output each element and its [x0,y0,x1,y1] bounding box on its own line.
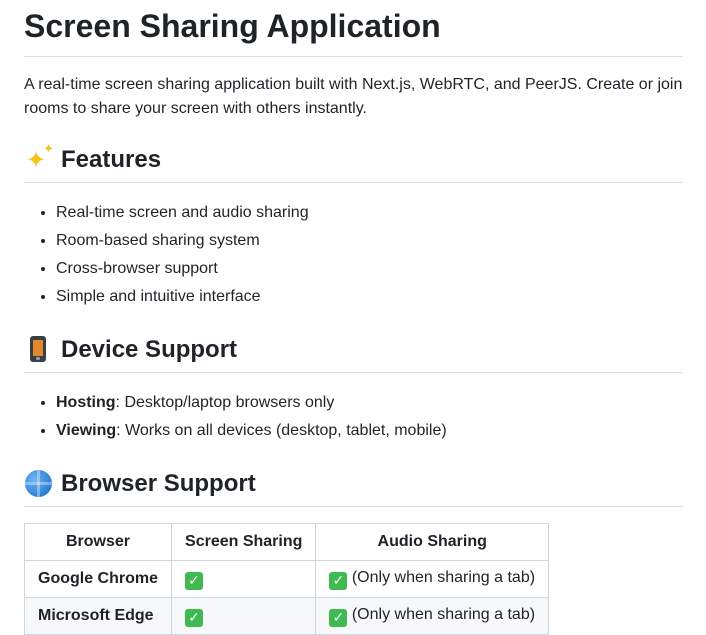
list-item: Simple and intuitive interface [56,283,683,311]
browser-name: Google Chrome [23,560,173,598]
intro-paragraph: A real-time screen sharing application b… [24,76,683,117]
table-row: Microsoft Edge ✓ ✓ (Only when sharing a … [23,597,550,635]
column-header: Audio Sharing [315,523,550,561]
check-mark-icon: ✓ [185,572,204,590]
check-mark-icon: ✓ [185,609,204,627]
audio-sharing-note: (Only when sharing a tab) [347,569,536,586]
column-header: Browser [23,523,173,561]
screen-sharing-cell: ✓ [171,560,317,598]
list-item: Hosting: Desktop/laptop browsers only [56,389,683,417]
list-item: Room-based sharing system [56,227,683,255]
browser-support-heading: Browser Support [24,469,683,507]
device-support-list: Hosting: Desktop/laptop browsers only Vi… [24,389,683,445]
list-item: Real-time screen and audio sharing [56,199,683,227]
browser-support-table: Browser Screen Sharing Audio Sharing Goo… [23,523,550,635]
features-heading-text: Features [61,146,162,173]
table-header-row: Browser Screen Sharing Audio Sharing [23,523,550,561]
sparkles-icon: ✦ ✦ [26,142,54,174]
screen-sharing-cell: ✓ [171,597,317,635]
list-item: Cross-browser support [56,255,683,283]
device-support-heading: Device Support [24,335,683,373]
browser-name: Microsoft Edge [23,597,173,635]
check-mark-icon: ✓ [329,572,348,590]
globe-icon [24,469,54,499]
audio-sharing-cell: ✓ (Only when sharing a tab) [315,560,550,598]
mobile-phone-icon [24,335,54,365]
item-label: Viewing [56,422,117,439]
browser-support-heading-text: Browser Support [61,470,256,497]
list-item: Viewing: Works on all devices (desktop, … [56,417,683,445]
audio-sharing-note: (Only when sharing a tab) [347,606,536,623]
table-row: Google Chrome ✓ ✓ (Only when sharing a t… [23,560,550,598]
item-text: : Works on all devices (desktop, tablet,… [116,422,447,439]
readme-document: Screen Sharing Application A real-time s… [23,0,683,635]
item-label: Hosting [56,394,116,411]
check-mark-icon: ✓ [329,609,348,627]
device-support-heading-text: Device Support [61,336,238,363]
features-list: Real-time screen and audio sharing Room-… [24,199,683,311]
column-header: Screen Sharing [171,523,317,561]
item-text: : Desktop/laptop browsers only [115,394,335,411]
features-heading: ✦ ✦ Features [24,142,683,183]
audio-sharing-cell: ✓ (Only when sharing a tab) [315,597,550,635]
page-title: Screen Sharing Application [24,6,683,57]
